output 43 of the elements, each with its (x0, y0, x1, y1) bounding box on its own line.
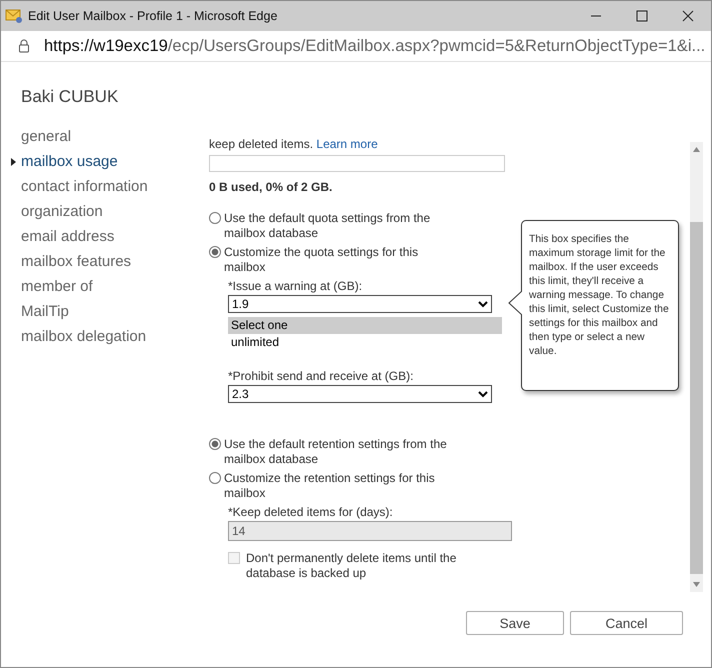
prohibit-select[interactable]: 2.3 (228, 385, 492, 403)
save-button[interactable]: Save (466, 611, 564, 635)
radio-button[interactable] (209, 212, 221, 224)
sidebar-item[interactable]: organization (21, 203, 103, 220)
usage-reading: 0 B used, 0% of 2 GB. (209, 180, 334, 194)
chevron-icon (478, 300, 488, 308)
checkbox-label: Don't permanently delete items until the database is backed up (246, 551, 458, 581)
caret-icon (11, 158, 16, 166)
scroll-down-icon[interactable] (693, 582, 700, 587)
scroll-up-icon[interactable] (693, 147, 700, 152)
field-label: *Issue a warning at (GB): (228, 279, 362, 293)
dropdown-option[interactable]: Select one (228, 317, 502, 334)
scrollbar[interactable] (690, 142, 703, 592)
radio-button[interactable] (209, 438, 221, 450)
learn-more-link[interactable]: Learn more (316, 138, 378, 151)
cancel-button[interactable]: Cancel (570, 611, 683, 635)
warning-select[interactable]: 1.9 (228, 295, 492, 313)
sidebar-item[interactable]: contact information (21, 178, 148, 195)
address-url[interactable]: https://w19exc19/ecp/UsersGroups/EditMailbox.aspx?pwmcid=5&ReturnObjectType=1&i... (44, 36, 706, 56)
field-label: *Prohibit send and receive at (GB): (228, 369, 414, 383)
dropdown-option[interactable]: unlimited (228, 334, 502, 351)
scrollbar-thumb[interactable] (690, 222, 703, 574)
radio-label: Use the default retention settings from the mailbox database (224, 437, 448, 467)
radio-label: Customize the quota settings for this mailbox (224, 245, 420, 275)
sidebar-item[interactable]: mailbox delegation (21, 328, 146, 345)
sidebar-item[interactable]: MailTip (21, 303, 69, 320)
envelope-icon (5, 8, 23, 24)
radio-label: Customize the retention settings for this mailbox (224, 471, 436, 501)
sidebar-item[interactable]: general (21, 128, 72, 145)
radio-label: Use the default quota settings from the mailbox database (224, 211, 432, 241)
field-label: *Keep deleted items for (days): (228, 505, 393, 519)
user-name: Baki CUBUK (21, 87, 120, 107)
chevron-icon (478, 390, 488, 398)
intro-text: keep deleted items. (209, 138, 314, 151)
sidebar-item[interactable]: mailbox features (21, 253, 132, 270)
tooltip-text: This box specifies the maximum storage limit for the mailbox. If the user exceeds this limit, they'll receive a warning message. To change this limit, select Customize the settings for this mailbox and then type or select a new value. (529, 233, 670, 359)
radio-button[interactable] (209, 472, 221, 484)
window-title: Edit User Mailbox - Profile 1 - Microsoft Edge (28, 9, 278, 23)
sidebar-item[interactable]: mailbox usage (21, 153, 118, 170)
radio-button[interactable] (209, 246, 221, 258)
lock-icon (18, 39, 30, 53)
sidebar-item[interactable]: email address (21, 228, 114, 245)
sidebar-item[interactable]: member of (21, 278, 93, 295)
